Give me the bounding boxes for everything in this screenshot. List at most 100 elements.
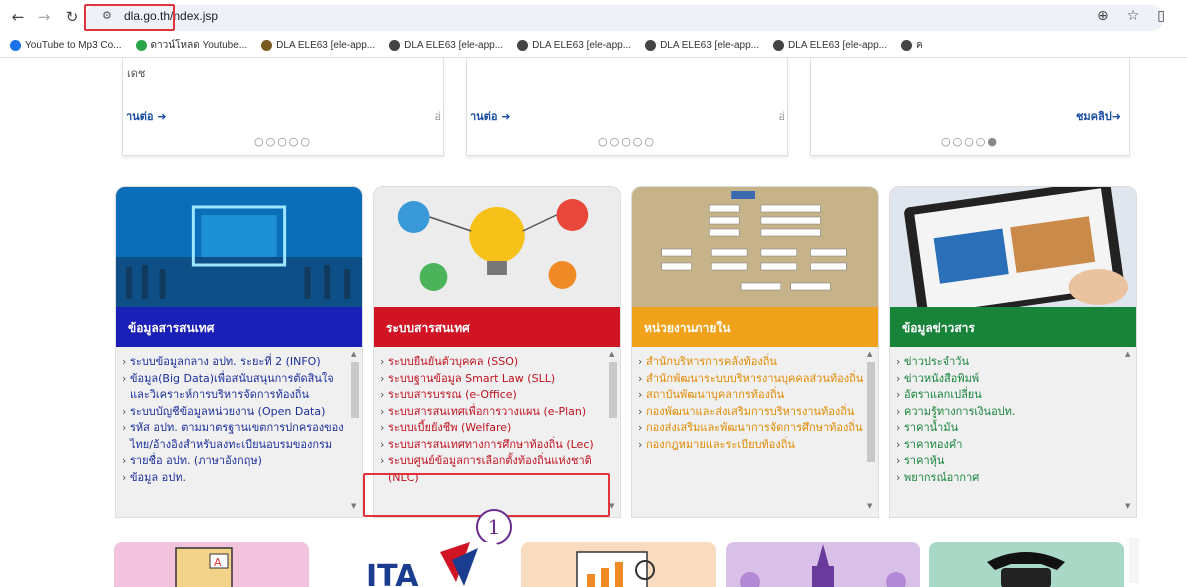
news-card-3: ชมคลิป➜ ○○○○●	[810, 58, 1130, 156]
bookmark-item[interactable]: DLA ELE63 [ele-app...	[517, 40, 631, 51]
bookmark-label: DLA ELE63 [ele-app...	[532, 40, 632, 51]
back-icon[interactable]: ←	[4, 3, 32, 31]
card-extra-text: อ่	[434, 110, 441, 123]
bookmark-favicon-icon	[517, 40, 529, 51]
bookmark-favicon-icon	[645, 40, 657, 51]
panel-information: ข้อมูลสารสนเทศ ระบบข้อมูลกลาง อปท. ระยะท…	[115, 186, 363, 518]
panel-link[interactable]: กองส่งเสริมและพัฒนาการจัดการศึกษาท้องถิ่…	[636, 420, 868, 437]
panel-link[interactable]: ราคาน้ำมัน	[894, 420, 1126, 437]
bookmark-favicon-icon	[135, 40, 147, 51]
panel-title: ระบบสารสนเทศ	[374, 307, 620, 347]
zoom-icon[interactable]: ⊕	[1097, 8, 1109, 24]
bookmark-label: DLA ELE63 [ele-app...	[276, 40, 376, 51]
panel-link[interactable]: สถาบันพัฒนาบุคลากรท้องถิ่น	[636, 387, 868, 404]
panel-title: ข้อมูลข่าวสาร	[890, 307, 1136, 347]
panel-link[interactable]: ระบบสารสนเทศทางการศึกษาท้องถิ่น (Lec)	[378, 437, 610, 454]
bookmark-favicon-icon	[261, 40, 273, 51]
panel-link[interactable]: รหัส อปท. ตามมาตรฐานเขตการปกครองของไทย/อ…	[120, 420, 352, 453]
read-more-link[interactable]: านต่อ ➜	[470, 107, 511, 125]
temple-icon	[740, 544, 906, 587]
panel-link[interactable]: รายชื่อ อปท. (ภาษาอังกฤษ)	[120, 453, 352, 470]
bookmark-item[interactable]: YouTube to Mp3 Co...	[10, 40, 122, 51]
panel-link[interactable]: ราคาหุ้น	[894, 453, 1126, 470]
bookmark-label: DLA ELE63 [ele-app...	[788, 40, 887, 51]
carousel-dots[interactable]: ○○○○○	[467, 135, 787, 148]
tile-ebook[interactable]: A	[114, 542, 309, 587]
book-icon: A	[175, 547, 233, 587]
step-number-annotation: 1	[476, 509, 512, 545]
bookmark-item[interactable]: ดาวน์โหลด Youtube...	[135, 38, 247, 53]
panel-link-list: สำนักบริหารการคลังท้องถิ่นสำนักพัฒนาระบบ…	[632, 354, 868, 453]
browser-toolbar: ← → ↻ ⚙ dla.go.th/ndex.jsp ⊕ ☆ ▯	[0, 0, 1187, 34]
telephone-icon	[987, 552, 1065, 587]
bookmark-item[interactable]: DLA ELE63 [ele-app...	[389, 40, 503, 51]
carousel-dots[interactable]: ○○○○○	[123, 135, 443, 148]
panel-link[interactable]: ราคาทองคำ	[894, 437, 1126, 454]
svg-text:A: A	[214, 556, 222, 569]
panel-internal-units: หน่วยงานภายใน สำนักบริหารการคลังท้องถิ่น…	[631, 186, 879, 518]
arrow-circle-icon: ➜	[1111, 110, 1121, 123]
panel-link[interactable]: ข่าวประจำวัน	[894, 354, 1126, 371]
bookmark-label: DLA ELE63 [ele-app...	[660, 40, 760, 51]
org-chart-banner-image	[632, 187, 878, 307]
tile-ita[interactable]: ITA	[360, 542, 500, 587]
side-panel-icon[interactable]: ▯	[1157, 8, 1165, 24]
panel-link[interactable]: สำนักบริหารการคลังท้องถิ่น	[636, 354, 868, 371]
arrow-circle-icon: ➜	[501, 110, 511, 123]
panel-link[interactable]: กองกฎหมายและระเบียบท้องถิ่น	[636, 437, 868, 454]
page-scrollbar[interactable]	[1129, 538, 1139, 583]
panel-scrollbar[interactable]: ▲ ▼	[866, 350, 876, 510]
panel-link[interactable]: ระบบข้อมูลกลาง อปท. ระยะที่ 2 (INFO)	[120, 354, 352, 371]
carousel-dots[interactable]: ○○○○●	[811, 135, 1129, 148]
panel-link[interactable]: อัตราแลกเปลี่ยน	[894, 387, 1126, 404]
bookmark-label: DLA ELE63 [ele-app...	[404, 40, 504, 51]
tile-contact[interactable]	[929, 542, 1124, 587]
url-highlight-annotation	[84, 4, 175, 31]
ideas-banner-image	[374, 187, 620, 307]
panel-link[interactable]: ข้อมูล(Big Data)เพื่อสนับสนุนการตัดสินใจ…	[120, 371, 352, 404]
panel-link[interactable]: ระบบสารบรรณ (e-Office)	[378, 387, 610, 404]
news-tablet-banner-image	[890, 187, 1136, 307]
tile-temple[interactable]	[726, 542, 920, 587]
address-bar[interactable]	[84, 5, 1164, 31]
reload-icon[interactable]: ↻	[58, 3, 86, 31]
bookmark-item[interactable]: DLA ELE63 [ele-app...	[645, 40, 759, 51]
panel-link[interactable]: ข้อมูล อปท.	[120, 470, 352, 487]
bookmark-favicon-icon	[773, 40, 785, 51]
watch-clip-link[interactable]: ชมคลิป➜	[1076, 107, 1121, 125]
news-card-2: านต่อ ➜ อ่ ○○○○○	[466, 58, 788, 156]
panel-link-list: ข่าวประจำวันข่าวหนังสือพิมพ์อัตราแลกเปลี…	[890, 354, 1126, 486]
panel-link-list: ระบบยืนยันตัวบุคคล (SSO)ระบบฐานข้อมูล Sm…	[374, 354, 610, 486]
page-content: เดช านต่อ ➜ อ่ ○○○○○ านต่อ ➜ อ่ ○○○○○ ชม…	[0, 58, 1187, 587]
panel-scrollbar[interactable]: ▲ ▼	[1124, 350, 1134, 510]
panel-link[interactable]: ระบบฐานข้อมูล Smart Law (SLL)	[378, 371, 610, 388]
panel-news: ข้อมูลข่าวสาร ข่าวประจำวันข่าวหนังสือพิม…	[889, 186, 1137, 518]
panel-link[interactable]: ระบบยืนยันตัวบุคคล (SSO)	[378, 354, 610, 371]
panel-link[interactable]: ข่าวหนังสือพิมพ์	[894, 371, 1126, 388]
panel-link[interactable]: ระบบเบี้ยยังชีพ (Welfare)	[378, 420, 610, 437]
card-text: เดช	[127, 67, 146, 80]
tile-chart[interactable]	[521, 542, 716, 587]
panel-scrollbar[interactable]: ▲ ▼	[350, 350, 360, 510]
panel-link[interactable]: พยากรณ์อากาศ	[894, 470, 1126, 487]
bookmark-item[interactable]: DLA ELE63 [ele-app...	[261, 40, 375, 51]
panel-link[interactable]: สำนักพัฒนาระบบบริหารงานบุคคลส่วนท้องถิ่น	[636, 371, 868, 388]
panel-link-list: ระบบข้อมูลกลาง อปท. ระยะที่ 2 (INFO)ข้อม…	[116, 354, 352, 486]
chart-icon	[576, 551, 655, 587]
panel-title: หน่วยงานภายใน	[632, 307, 878, 347]
bookmarks-bar: YouTube to Mp3 Co... ดาวน์โหลด Youtube...…	[0, 34, 1187, 58]
bookmark-item[interactable]: ค	[901, 38, 923, 53]
bookmark-star-icon[interactable]: ☆	[1127, 8, 1140, 24]
panel-link[interactable]: ความรู้ทางการเงินอปท.	[894, 404, 1126, 421]
panel-information-systems: ระบบสารสนเทศ ระบบยืนยันตัวบุคคล (SSO)ระบ…	[373, 186, 621, 518]
read-more-link[interactable]: านต่อ ➜	[126, 107, 167, 125]
panel-link[interactable]: ระบบบัญชีข้อมูลหน่วยงาน (Open Data)	[120, 404, 352, 421]
bookmark-favicon-icon	[901, 40, 912, 51]
forward-icon[interactable]: →	[30, 3, 58, 31]
ita-logo-icon: ITA	[366, 542, 478, 587]
bookmark-favicon-icon	[389, 40, 401, 51]
panel-link[interactable]: ระบบสารสนเทศเพื่อการวางแผน (e-Plan)	[378, 404, 610, 421]
panel-link[interactable]: กองพัฒนาและส่งเสริมการบริหารงานท้องถิ่น	[636, 404, 868, 421]
bookmark-item[interactable]: DLA ELE63 [ele-app...	[773, 40, 887, 51]
technology-banner-image	[116, 187, 362, 307]
